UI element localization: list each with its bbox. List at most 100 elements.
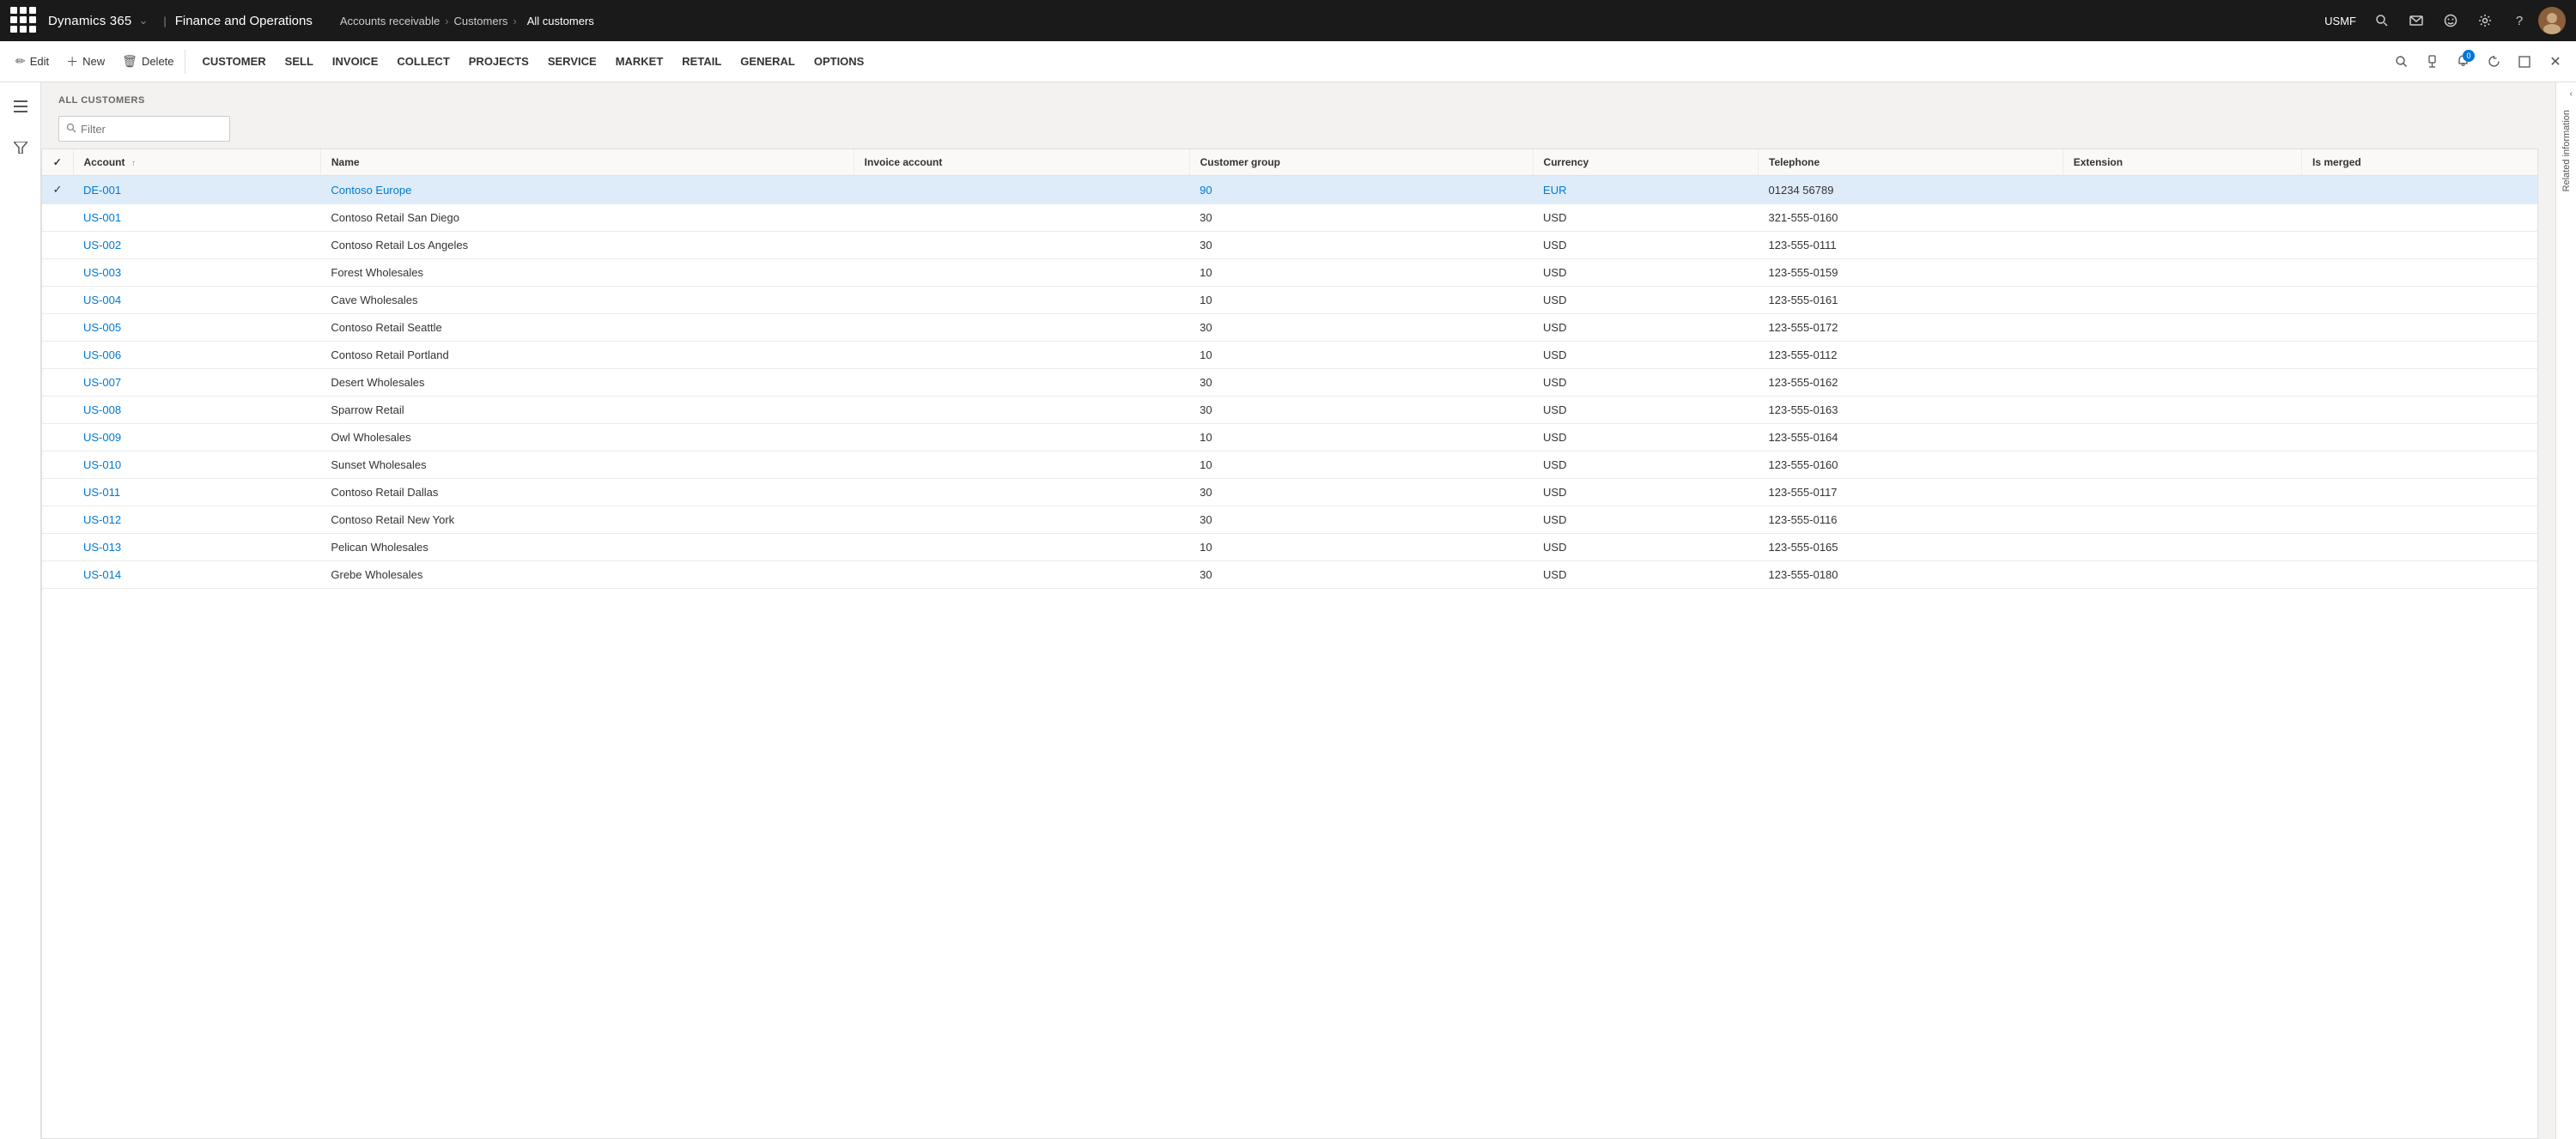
table-row[interactable]: US-010 Sunset Wholesales 10 USD 123-555-… xyxy=(42,451,2537,479)
td-invoice-account-6 xyxy=(854,342,1189,369)
td-check-8[interactable] xyxy=(42,397,73,424)
td-invoice-account-11 xyxy=(854,479,1189,506)
menu-invoice[interactable]: INVOICE xyxy=(324,50,386,73)
th-check[interactable]: ✓ xyxy=(42,149,73,176)
td-account-10[interactable]: US-010 xyxy=(73,451,320,479)
td-account-3[interactable]: US-003 xyxy=(73,259,320,287)
td-account-4[interactable]: US-004 xyxy=(73,287,320,314)
table-row[interactable]: US-006 Contoso Retail Portland 10 USD 12… xyxy=(42,342,2537,369)
th-name[interactable]: Name xyxy=(320,149,854,176)
td-check-12[interactable] xyxy=(42,506,73,534)
td-customer-group-14: 30 xyxy=(1189,561,1533,589)
menu-retail[interactable]: RETAIL xyxy=(673,50,730,73)
td-name-8: Sparrow Retail xyxy=(320,397,854,424)
table-row[interactable]: US-003 Forest Wholesales 10 USD 123-555-… xyxy=(42,259,2537,287)
th-telephone[interactable]: Telephone xyxy=(1759,149,2063,176)
filter-panel-button[interactable] xyxy=(3,130,38,165)
table-row[interactable]: US-004 Cave Wholesales 10 USD 123-555-01… xyxy=(42,287,2537,314)
td-extension-6 xyxy=(2063,342,2301,369)
new-button[interactable]: ＋ New xyxy=(58,48,113,76)
td-check-9[interactable] xyxy=(42,424,73,451)
td-check-6[interactable] xyxy=(42,342,73,369)
td-account-1[interactable]: US-001 xyxy=(73,204,320,232)
td-check-13[interactable] xyxy=(42,534,73,561)
menu-customer[interactable]: CUSTOMER xyxy=(194,50,275,73)
td-account-5[interactable]: US-005 xyxy=(73,314,320,342)
td-check-3[interactable] xyxy=(42,259,73,287)
table-row[interactable]: US-005 Contoso Retail Seattle 30 USD 123… xyxy=(42,314,2537,342)
td-telephone-5: 123-555-0172 xyxy=(1759,314,2063,342)
edit-button[interactable]: ✏ Edit xyxy=(7,49,58,74)
td-invoice-account-0 xyxy=(854,176,1189,204)
table-row[interactable]: US-007 Desert Wholesales 30 USD 123-555-… xyxy=(42,369,2537,397)
td-check-11[interactable] xyxy=(42,479,73,506)
table-row[interactable]: US-012 Contoso Retail New York 30 USD 12… xyxy=(42,506,2537,534)
pin-button[interactable] xyxy=(2418,48,2445,76)
td-check-4[interactable] xyxy=(42,287,73,314)
table-row[interactable]: US-001 Contoso Retail San Diego 30 USD 3… xyxy=(42,204,2537,232)
menu-options[interactable]: OPTIONS xyxy=(805,50,873,73)
td-account-8[interactable]: US-008 xyxy=(73,397,320,424)
related-info-panel[interactable]: ‹ Related information xyxy=(2555,82,2576,1139)
th-account[interactable]: Account ↑ xyxy=(73,149,320,176)
td-account-6[interactable]: US-006 xyxy=(73,342,320,369)
menu-market[interactable]: MARKET xyxy=(607,50,672,73)
edit-icon: ✏ xyxy=(15,54,26,69)
td-account-11[interactable]: US-011 xyxy=(73,479,320,506)
table-row[interactable]: US-013 Pelican Wholesales 10 USD 123-555… xyxy=(42,534,2537,561)
td-name-1: Contoso Retail San Diego xyxy=(320,204,854,232)
close-button[interactable]: ✕ xyxy=(2542,48,2569,76)
table-row[interactable]: US-002 Contoso Retail Los Angeles 30 USD… xyxy=(42,232,2537,259)
breadcrumb-accounts-receivable[interactable]: Accounts receivable xyxy=(340,15,440,27)
table-row[interactable]: US-008 Sparrow Retail 30 USD 123-555-016… xyxy=(42,397,2537,424)
td-extension-11 xyxy=(2063,479,2301,506)
th-customer-group[interactable]: Customer group xyxy=(1189,149,1533,176)
settings-button[interactable] xyxy=(2470,5,2500,36)
th-extension[interactable]: Extension xyxy=(2063,149,2301,176)
filter-input[interactable] xyxy=(81,123,222,136)
brand-dropdown-arrow[interactable]: ⌄ xyxy=(138,14,148,27)
table-row[interactable]: US-009 Owl Wholesales 10 USD 123-555-016… xyxy=(42,424,2537,451)
td-check-5[interactable] xyxy=(42,314,73,342)
th-is-merged[interactable]: Is merged xyxy=(2302,149,2537,176)
td-check-10[interactable] xyxy=(42,451,73,479)
td-telephone-4: 123-555-0161 xyxy=(1759,287,2063,314)
td-account-0[interactable]: DE-001 xyxy=(73,176,320,204)
user-avatar[interactable] xyxy=(2538,7,2566,34)
td-check-0[interactable]: ✓ xyxy=(42,176,73,204)
help-button[interactable]: ? xyxy=(2504,5,2535,36)
menu-general[interactable]: GENERAL xyxy=(732,50,804,73)
menu-projects[interactable]: PROJECTS xyxy=(460,50,538,73)
td-account-12[interactable]: US-012 xyxy=(73,506,320,534)
notifications-button[interactable]: 0 xyxy=(2449,48,2476,76)
th-currency[interactable]: Currency xyxy=(1533,149,1759,176)
table-row[interactable]: ✓ DE-001 Contoso Europe 90 EUR 01234 567… xyxy=(42,176,2537,204)
global-search-button[interactable] xyxy=(2366,5,2397,36)
breadcrumb-customers[interactable]: Customers xyxy=(454,15,508,27)
refresh-button[interactable] xyxy=(2480,48,2507,76)
menu-sell[interactable]: SELL xyxy=(276,50,322,73)
th-invoice-account[interactable]: Invoice account xyxy=(854,149,1189,176)
search-records-button[interactable] xyxy=(2387,48,2415,76)
td-check-1[interactable] xyxy=(42,204,73,232)
td-account-2[interactable]: US-002 xyxy=(73,232,320,259)
message-center-button[interactable] xyxy=(2401,5,2432,36)
hamburger-menu-button[interactable] xyxy=(3,89,38,124)
td-check-7[interactable] xyxy=(42,369,73,397)
td-account-7[interactable]: US-007 xyxy=(73,369,320,397)
td-extension-3 xyxy=(2063,259,2301,287)
table-row[interactable]: US-014 Grebe Wholesales 30 USD 123-555-0… xyxy=(42,561,2537,589)
menu-collect[interactable]: COLLECT xyxy=(388,50,458,73)
delete-button[interactable]: 🗑 Delete xyxy=(113,49,182,74)
td-account-13[interactable]: US-013 xyxy=(73,534,320,561)
td-check-2[interactable] xyxy=(42,232,73,259)
td-account-9[interactable]: US-009 xyxy=(73,424,320,451)
table-row[interactable]: US-011 Contoso Retail Dallas 30 USD 123-… xyxy=(42,479,2537,506)
td-check-14[interactable] xyxy=(42,561,73,589)
app-launcher-button[interactable] xyxy=(10,7,38,34)
td-account-14[interactable]: US-014 xyxy=(73,561,320,589)
command-bar: ✏ Edit ＋ New 🗑 Delete CUSTOMER SELL INVO… xyxy=(0,41,2576,82)
maximize-button[interactable] xyxy=(2511,48,2538,76)
feedback-button[interactable] xyxy=(2435,5,2466,36)
menu-service[interactable]: SERVICE xyxy=(539,50,605,73)
